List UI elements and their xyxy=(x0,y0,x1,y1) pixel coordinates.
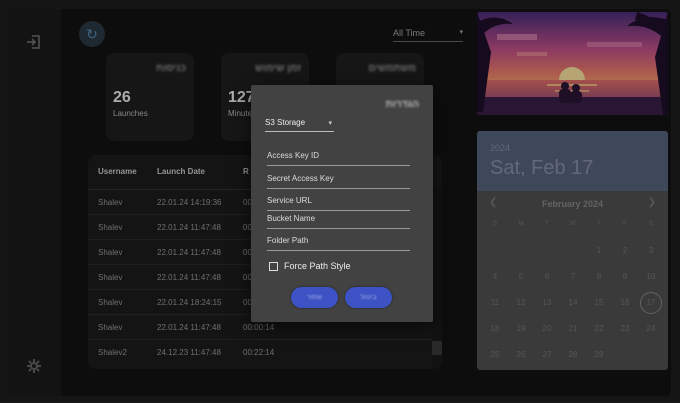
field-label: Service URL xyxy=(267,196,312,205)
storage-type-value: S3 Storage xyxy=(265,118,306,127)
checkbox-box[interactable] xyxy=(269,261,278,271)
folder-path-field[interactable]: Folder Path xyxy=(267,236,410,251)
bucket-name-field[interactable]: Bucket Name xyxy=(267,214,410,229)
save-button-label: שמור xyxy=(306,294,323,301)
force-path-style-checkbox[interactable]: Force Path Style xyxy=(269,261,351,271)
field-label: Folder Path xyxy=(267,236,309,245)
storage-type-select[interactable]: S3 Storage ▾ xyxy=(265,118,334,132)
dialog-title: הגדרות xyxy=(385,99,419,110)
chevron-down-icon: ▾ xyxy=(328,120,332,127)
cancel-button[interactable]: ביטול xyxy=(345,287,392,308)
secret-access-key-field[interactable]: Secret Access Key xyxy=(267,174,410,189)
save-button[interactable]: שמור xyxy=(291,287,338,308)
settings-dialog: הגדרות S3 Storage ▾ Access Key ID Secret… xyxy=(251,85,433,322)
field-label: Access Key ID xyxy=(267,151,320,160)
checkbox-label: Force Path Style xyxy=(284,261,351,271)
field-label: Bucket Name xyxy=(267,214,316,223)
field-label: Secret Access Key xyxy=(267,174,334,183)
access-key-id-field[interactable]: Access Key ID xyxy=(267,151,410,166)
cancel-button-label: ביטול xyxy=(360,294,377,301)
service-url-field[interactable]: Service URL xyxy=(267,196,410,211)
